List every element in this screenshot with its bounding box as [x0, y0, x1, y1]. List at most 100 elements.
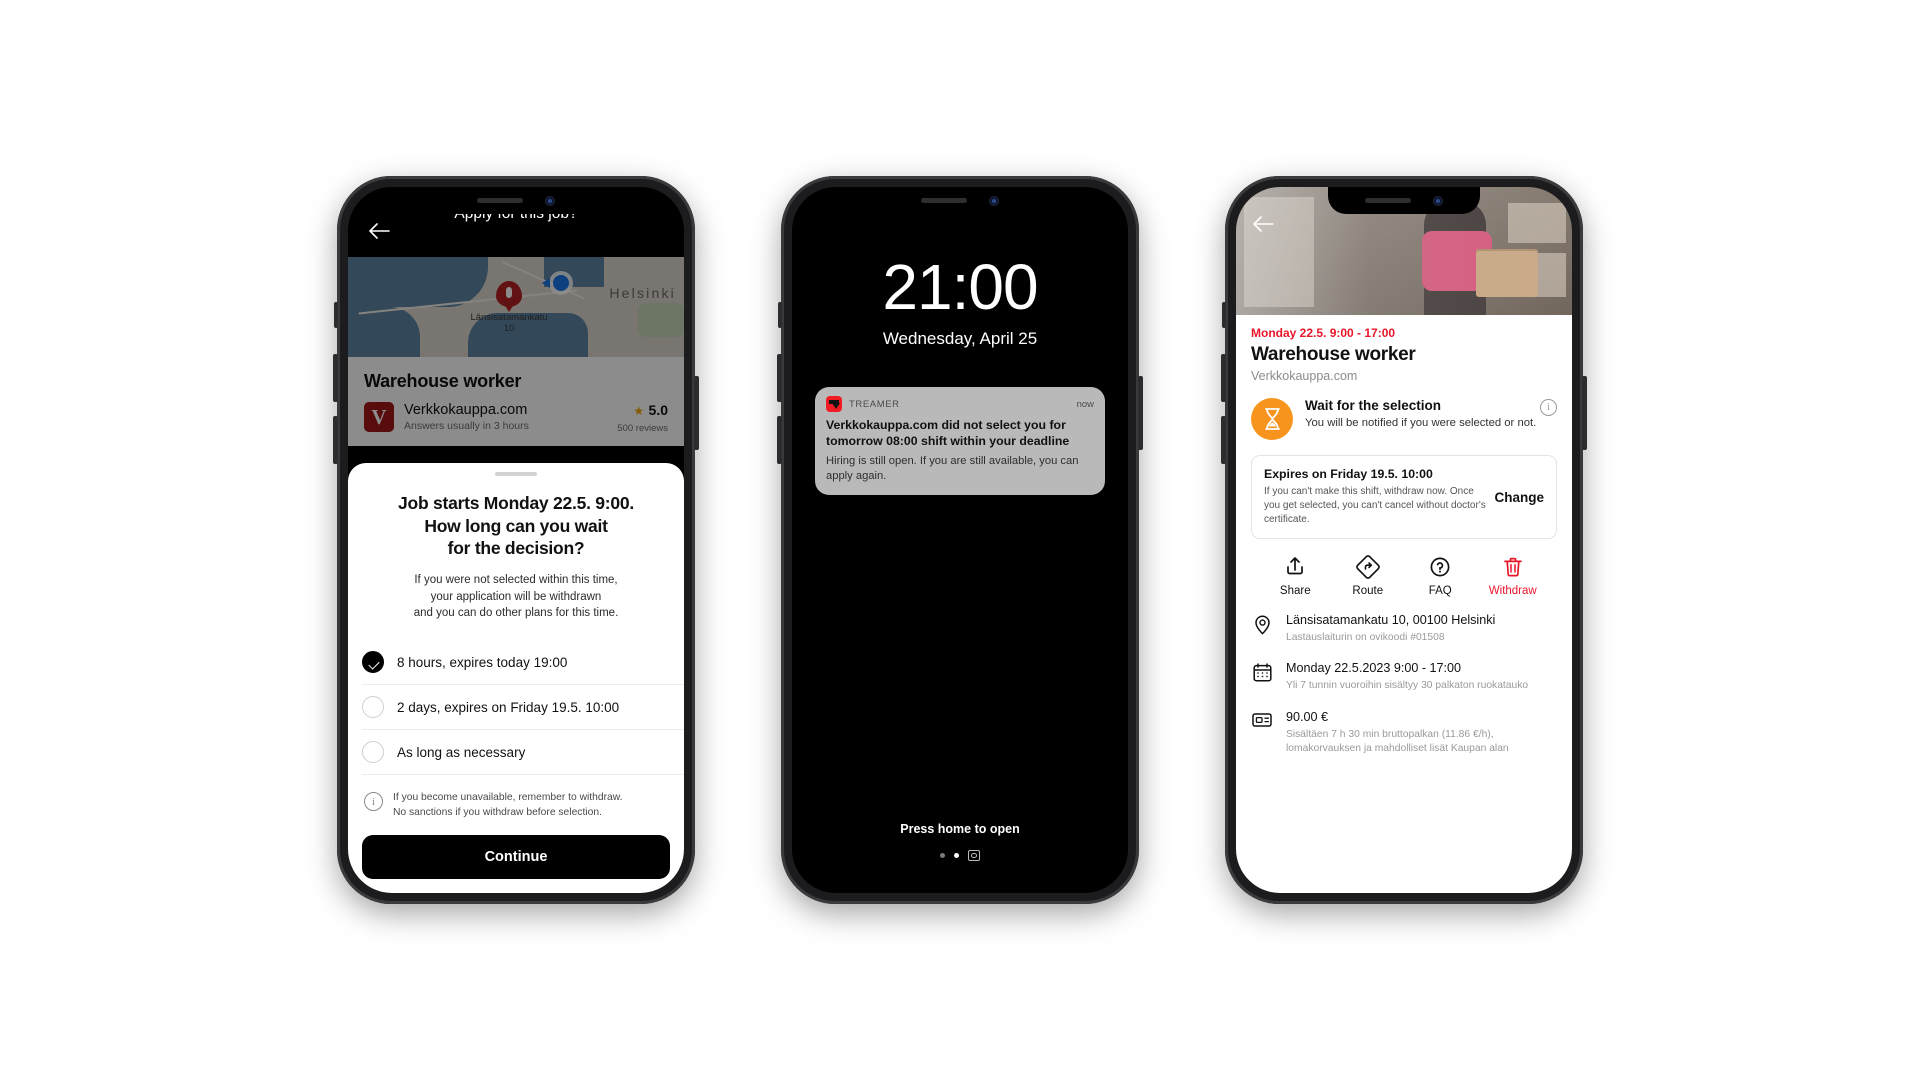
route-icon [1355, 555, 1380, 579]
route-button[interactable]: Route [1337, 555, 1399, 597]
withdraw-button[interactable]: Withdraw [1482, 555, 1544, 597]
notification-title: Verkkokauppa.com did not select you for … [826, 418, 1094, 450]
volume-down-button[interactable] [333, 416, 338, 464]
info-icon[interactable]: i [1540, 399, 1557, 416]
power-button[interactable] [1582, 376, 1587, 450]
option-row[interactable]: 8 hours, expires today 19:00 [362, 640, 684, 686]
action-label: FAQ [1428, 585, 1452, 597]
continue-button[interactable]: Continue [362, 835, 670, 879]
faq-button[interactable]: FAQ [1409, 555, 1471, 597]
sheet-heading: Job starts Monday 22.5. 9:00. How long c… [348, 492, 684, 560]
page-dot-active[interactable] [954, 853, 959, 858]
sheet-heading-line2: How long can you wait [424, 515, 608, 536]
sheet-desc-line2: your application will be withdrawn [430, 590, 602, 603]
money-icon [1251, 710, 1273, 728]
page-dot[interactable] [940, 853, 945, 858]
phone-2: 21:00 Wednesday, April 25 TREAMER now Ve… [777, 176, 1143, 904]
share-button[interactable]: Share [1264, 555, 1326, 597]
change-button[interactable]: Change [1494, 490, 1544, 505]
sheet-desc-line1: If you were not selected within this tim… [414, 574, 618, 587]
notification-timestamp: now [1076, 398, 1094, 410]
lock-clock: 21:00 [882, 251, 1038, 323]
calendar-icon [1251, 661, 1273, 682]
option-label: 2 days, expires on Friday 19.5. 10:00 [397, 699, 620, 715]
detail-title: Länsisatamankatu 10, 00100 Helsinki [1286, 613, 1496, 627]
notification-body-line1: Hiring is still open. If you are still a… [826, 454, 1079, 467]
option-row[interactable]: As long as necessary [362, 730, 684, 776]
volume-up-button[interactable] [333, 354, 338, 402]
status-block: Wait for the selection You will be notif… [1251, 398, 1557, 440]
notch [884, 187, 1036, 214]
phone-3: Monday 22.5. 9:00 - 17:00 Warehouse work… [1221, 176, 1587, 904]
expiry-heading: Expires on Friday 19.5. 10:00 [1264, 467, 1433, 481]
notification-title-line2: tomorrow 08:00 shift within your deadlin… [826, 433, 1070, 448]
detail-row-location[interactable]: Länsisatamankatu 10, 00100 Helsinki Last… [1251, 613, 1557, 661]
mute-switch[interactable] [334, 302, 338, 328]
option-label: As long as necessary [397, 744, 526, 760]
volume-down-button[interactable] [777, 416, 782, 464]
deadline-bottom-sheet: Job starts Monday 22.5. 9:00. How long c… [348, 462, 684, 893]
expiry-body: If you can't make this shift, withdraw n… [1264, 486, 1486, 525]
share-icon [1287, 557, 1304, 575]
trash-icon [1503, 557, 1522, 577]
detail-row-salary[interactable]: 90.00 € Sisältäen 7 h 30 min bruttopalka… [1251, 710, 1557, 773]
radio-unchecked-icon[interactable] [362, 696, 384, 719]
radio-unchecked-icon[interactable] [362, 741, 384, 764]
detail-subtitle: Sisältäen 7 h 30 min bruttopalkan (11.86… [1286, 728, 1509, 755]
press-home-label: Press home to open [900, 822, 1020, 836]
page-indicator [792, 850, 1128, 861]
notification-header: TREAMER now [826, 396, 1094, 412]
front-camera [1433, 195, 1443, 206]
job-detail-body: Monday 22.5. 9:00 - 17:00 Warehouse work… [1236, 315, 1572, 893]
detail-title: 90.00 € [1286, 709, 1329, 724]
question-icon [1430, 557, 1450, 577]
action-row: Share Route FAQ Withdraw [1251, 555, 1557, 597]
volume-up-button[interactable] [1221, 354, 1226, 402]
option-label: 8 hours, expires today 19:00 [397, 654, 568, 670]
option-row[interactable]: 2 days, expires on Friday 19.5. 10:00 [362, 685, 684, 731]
status-body: You will be notified if you were selecte… [1305, 417, 1537, 429]
mute-switch[interactable] [1222, 302, 1226, 328]
deadline-options: 8 hours, expires today 19:00 2 days, exp… [348, 640, 684, 776]
front-camera [545, 195, 555, 206]
volume-up-button[interactable] [777, 354, 782, 402]
notification-body-line2: apply again. [826, 469, 887, 482]
sheet-grabber[interactable] [495, 471, 537, 476]
withdraw-note-text: If you become unavailable, remember to w… [393, 791, 623, 821]
detail-row-schedule[interactable]: Monday 22.5.2023 9:00 - 17:00 Yli 7 tunn… [1251, 661, 1557, 709]
notification-app-name: TREAMER [849, 398, 900, 410]
camera-icon[interactable] [968, 850, 980, 861]
notch [440, 187, 592, 214]
action-label: Share [1279, 585, 1311, 597]
volume-down-button[interactable] [1221, 416, 1226, 464]
screenshot-stage: Apply for this job? Länsisatamankatu10 H… [0, 0, 1920, 1080]
detail-subtitle: Yli 7 tunnin vuoroihin sisältyy 30 palka… [1286, 680, 1529, 692]
notification-banner[interactable]: TREAMER now Verkkokauppa.com did not sel… [815, 387, 1105, 495]
lock-footer: Press home to open [792, 822, 1128, 861]
earpiece-speaker [1365, 198, 1411, 203]
shift-date-badge: Monday 22.5. 9:00 - 17:00 [1251, 326, 1396, 340]
notch [1328, 187, 1480, 214]
employer-name: Verkkokauppa.com [1251, 369, 1358, 383]
phone-1-screen: Apply for this job? Länsisatamankatu10 H… [348, 187, 684, 893]
mute-switch[interactable] [778, 302, 782, 328]
action-label: Route [1352, 585, 1384, 597]
detail-rows: Länsisatamankatu 10, 00100 Helsinki Last… [1251, 613, 1557, 773]
phone-3-screen: Monday 22.5. 9:00 - 17:00 Warehouse work… [1236, 187, 1572, 893]
action-label: Withdraw [1488, 585, 1537, 597]
sheet-heading-line1: Job starts Monday 22.5. 9:00. [398, 492, 634, 513]
power-button[interactable] [1138, 376, 1143, 450]
power-button[interactable] [694, 376, 699, 450]
phone-1: Apply for this job? Länsisatamankatu10 H… [333, 176, 699, 904]
phone-2-screen: 21:00 Wednesday, April 25 TREAMER now Ve… [792, 187, 1128, 893]
sheet-heading-line3: for the decision? [447, 538, 585, 559]
treamer-app-icon [826, 396, 842, 412]
hourglass-icon [1251, 398, 1293, 440]
detail-title: Monday 22.5.2023 9:00 - 17:00 [1286, 661, 1462, 676]
sheet-desc-line3: and you can do other plans for this time… [413, 607, 619, 620]
earpiece-speaker [477, 198, 523, 203]
radio-checked-icon[interactable] [362, 651, 384, 674]
expiry-card: Expires on Friday 19.5. 10:00 If you can… [1251, 455, 1557, 539]
arrow-left-icon[interactable] [1248, 209, 1278, 239]
info-icon: i [364, 792, 383, 812]
